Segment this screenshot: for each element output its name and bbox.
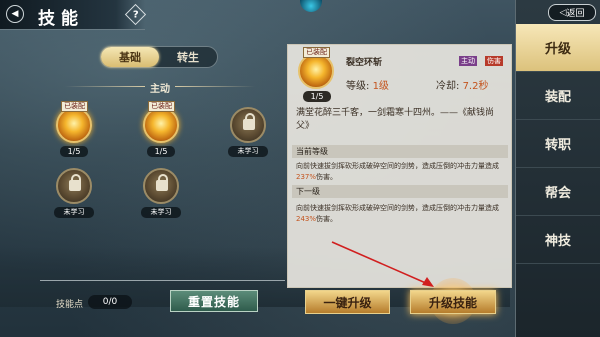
skill-detail-icon: 已装配 xyxy=(298,47,334,89)
current-level-header: 当前等级 xyxy=(292,145,508,158)
reset-skills-button[interactable]: 重置技能 xyxy=(170,290,258,312)
tab-basic[interactable]: 基础 xyxy=(101,47,159,67)
level-label: 等级: xyxy=(346,81,370,92)
sidebar-item-divine-skill[interactable]: 神技 xyxy=(516,216,600,264)
skill-status: 未学习 xyxy=(141,207,181,218)
level-row: 等级: 1级 xyxy=(346,77,389,92)
active-tag: 主动 xyxy=(459,56,477,66)
header-bar: ◀ 技能 ? xyxy=(0,0,147,30)
locked-skill-icon xyxy=(230,107,266,143)
sidebar-item-job-change[interactable]: 转职 xyxy=(516,120,600,168)
tab-rebirth[interactable]: 转生 xyxy=(159,47,217,67)
sword-skill-icon: 已装配 xyxy=(56,101,92,143)
next-damage-percent: 243% xyxy=(296,215,317,223)
tutorial-arrow-icon xyxy=(331,241,434,287)
return-arrow-icon: ◁ xyxy=(559,7,567,18)
cooldown-label: 冷却: xyxy=(436,81,460,92)
sidebar-item-upgrade[interactable]: 升级 xyxy=(516,24,600,72)
level-value: 1级 xyxy=(372,81,389,92)
skill-status: 未学习 xyxy=(228,146,268,157)
skill-status: 未学习 xyxy=(54,207,94,218)
skill-name: 裂空环斩 xyxy=(346,58,383,68)
sidebar-item-guild[interactable]: 帮会 xyxy=(516,168,600,216)
divider xyxy=(40,280,285,281)
detail-icon-wrap: 已装配 1/5 xyxy=(298,47,336,102)
skill-type-tabs: 基础 转生 xyxy=(100,46,218,68)
skill-slot-4[interactable]: 未学习 xyxy=(52,168,96,218)
sidebar-item-equip[interactable]: 装配 xyxy=(516,72,600,120)
skill-slot-1[interactable]: 已装配 1/5 xyxy=(52,101,96,157)
lock-icon xyxy=(156,174,168,191)
return-button[interactable]: ◁ 返回 xyxy=(548,4,596,21)
skill-slot-2[interactable]: 已装配 1/5 xyxy=(139,101,183,157)
next-level-header: 下一级 xyxy=(292,185,508,198)
detail-icon-level: 1/5 xyxy=(303,91,331,102)
skill-slot-5[interactable]: 未学习 xyxy=(139,168,183,218)
skill-slot-3[interactable]: 未学习 xyxy=(226,107,270,157)
skill-level: 1/5 xyxy=(60,146,88,157)
current-level-description: 向前快速拔剑挥砍形成破碎空间的剑势，造成压倒的冲击力量造成237%伤害。 xyxy=(296,162,499,181)
skill-points-label: 技能点 xyxy=(56,300,84,310)
lock-icon xyxy=(69,174,81,191)
equipped-tag: 已装配 xyxy=(303,47,330,58)
locked-skill-icon xyxy=(143,168,179,204)
skill-points-value: 0/0 xyxy=(88,295,132,309)
help-icon[interactable]: ? xyxy=(124,3,147,26)
skill-quote: 满堂花醉三千客，一剑霜寒十四州。——《献钱尚父》 xyxy=(296,108,495,131)
section-title-active: 主动 xyxy=(40,80,280,95)
next-level-description: 向前快速拔剑挥砍形成破碎空间的剑势，造成压倒的冲击力量造成243%伤害。 xyxy=(296,204,499,223)
skill-level: 1/5 xyxy=(147,146,175,157)
locked-skill-icon xyxy=(56,168,92,204)
slash-skill-icon: 已装配 xyxy=(143,101,179,143)
equipped-tag: 已装配 xyxy=(61,101,88,112)
back-button[interactable]: ◀ xyxy=(6,5,24,23)
current-damage-percent: 237% xyxy=(296,173,317,181)
damage-tag: 伤害 xyxy=(485,56,503,66)
cooldown-value: 7.2秒 xyxy=(462,81,489,92)
page-title: 技能 xyxy=(38,9,84,29)
one-key-upgrade-button[interactable]: 一键升级 xyxy=(305,290,390,314)
upgrade-skill-button[interactable]: 升级技能 xyxy=(410,290,496,314)
equipped-tag: 已装配 xyxy=(148,101,175,112)
cooldown-row: 冷却: 7.2秒 xyxy=(436,77,488,92)
chevron-left-icon: ◀ xyxy=(11,9,19,19)
lock-icon xyxy=(243,113,255,130)
